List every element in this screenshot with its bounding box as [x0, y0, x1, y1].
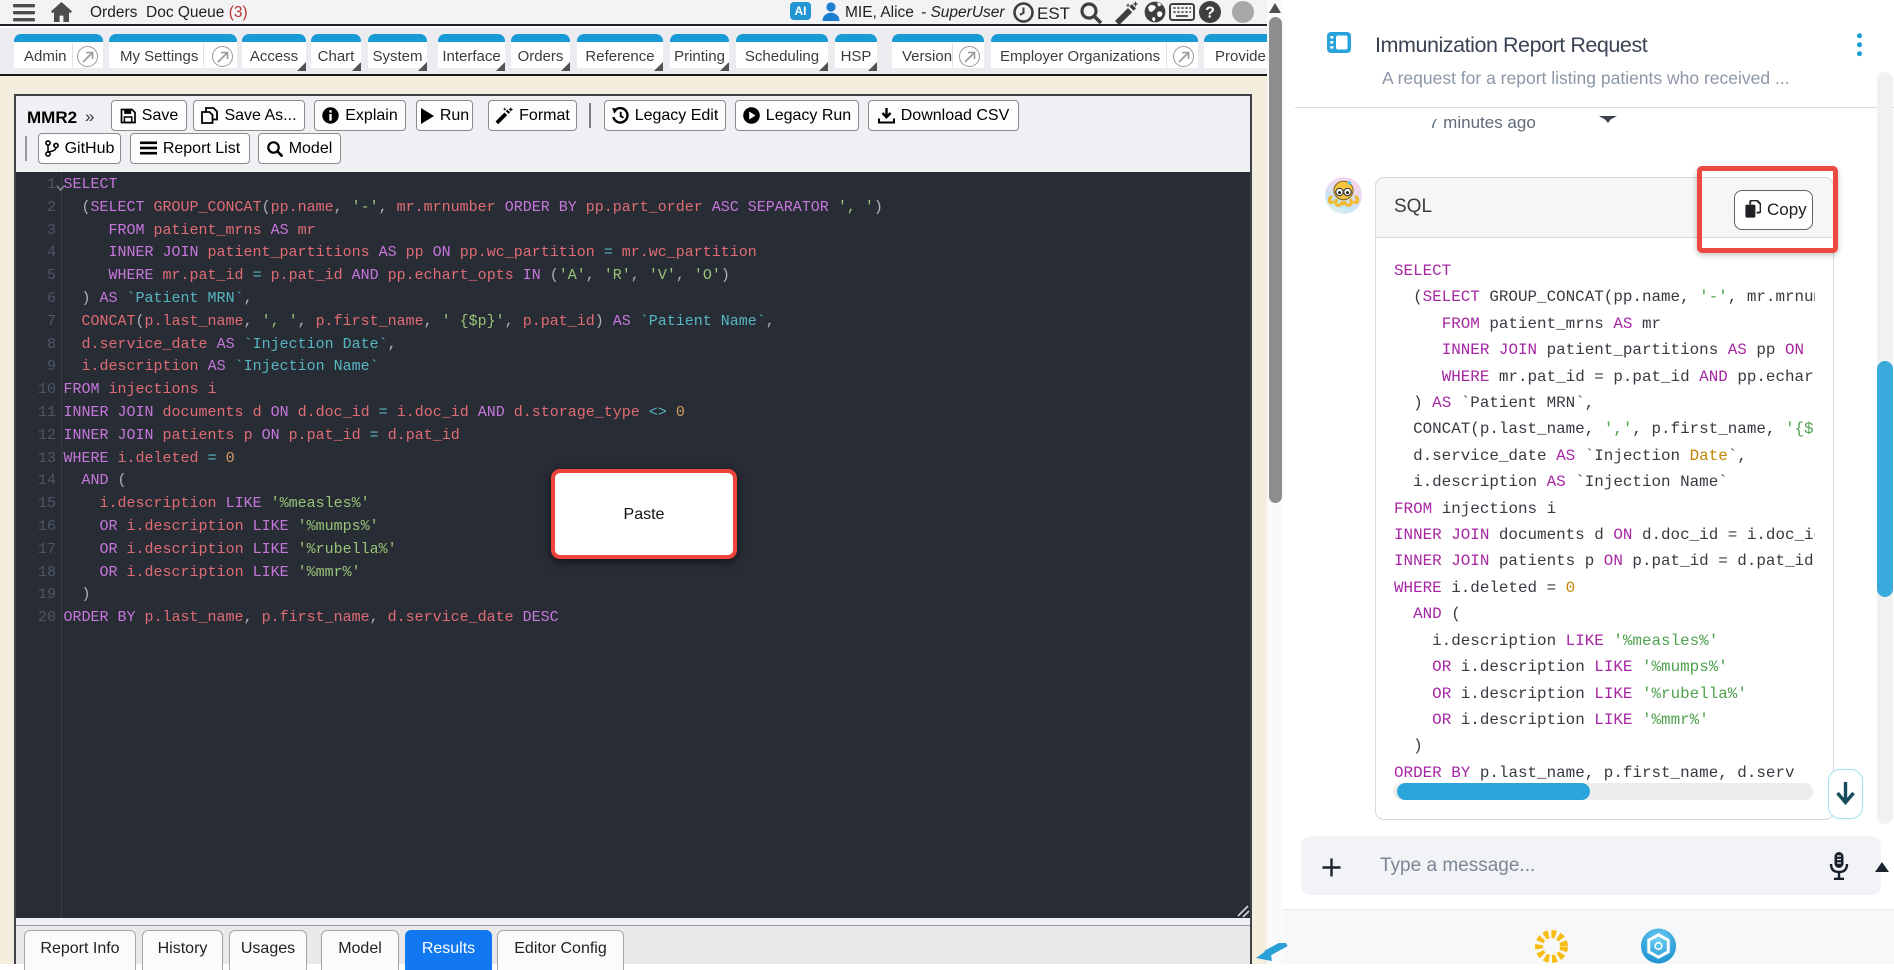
- svg-text:?: ?: [1205, 5, 1215, 22]
